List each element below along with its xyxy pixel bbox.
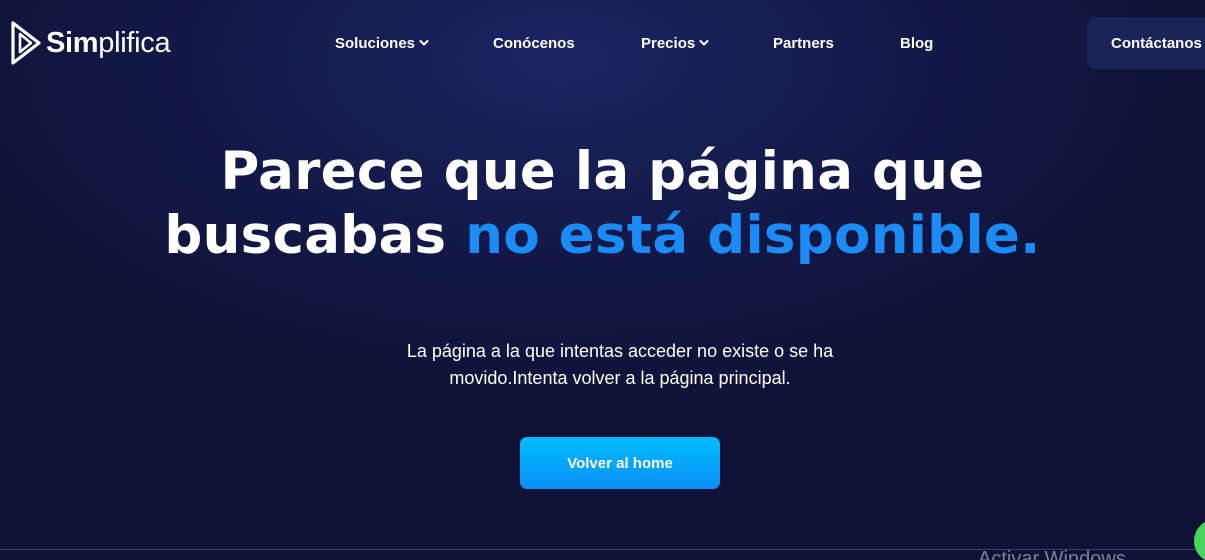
error-description: La página a la que intentas acceder no e… xyxy=(350,338,890,392)
nav-item-conocenos[interactable]: Conócenos xyxy=(493,30,575,56)
nav-item-label: Conócenos xyxy=(493,34,575,52)
description-line-1: La página a la que intentas acceder no e… xyxy=(406,341,834,361)
title-line-2-start: buscabas xyxy=(164,205,447,266)
title-line-1: Parece que la página que xyxy=(220,141,985,202)
nav-item-label: Soluciones xyxy=(335,34,416,52)
back-home-button[interactable]: Volver al home xyxy=(520,437,720,489)
windows-activation-watermark: Activar Windows xyxy=(978,548,1126,560)
nav-item-label: Precios xyxy=(641,34,696,52)
contact-button[interactable]: Contáctanos xyxy=(1087,17,1205,69)
main-nav: Soluciones Conócenos Precios Partners Bl… xyxy=(0,30,1205,56)
title-accent: no está disponible. xyxy=(465,205,1041,266)
nav-item-blog[interactable]: Blog xyxy=(900,30,933,56)
nav-item-precios[interactable]: Precios xyxy=(641,30,709,56)
description-line-2: movido.Intenta volver a la página princi… xyxy=(449,368,791,388)
chat-bubble-icon[interactable] xyxy=(1194,519,1205,560)
nav-item-label: Blog xyxy=(900,34,934,52)
nav-item-soluciones[interactable]: Soluciones xyxy=(335,30,429,56)
page-title: Parece que la página que buscabas no est… xyxy=(0,140,1205,268)
chevron-down-icon xyxy=(419,40,429,46)
chevron-down-icon xyxy=(699,40,709,46)
nav-item-partners[interactable]: Partners xyxy=(773,30,834,56)
nav-item-label: Partners xyxy=(773,34,834,52)
